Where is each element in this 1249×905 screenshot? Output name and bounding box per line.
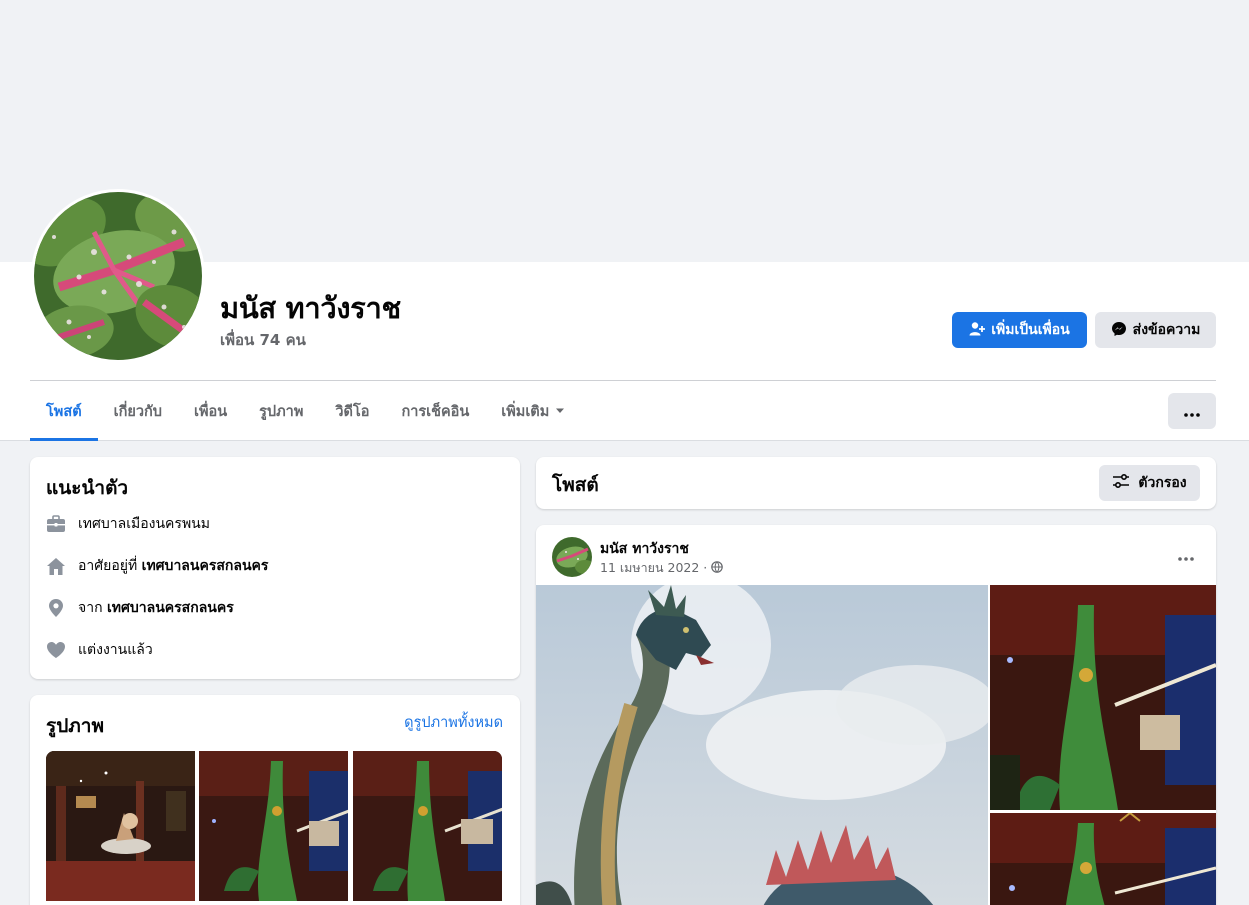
ellipsis-icon bbox=[1178, 546, 1194, 565]
caret-down-icon bbox=[555, 403, 565, 419]
tab-label: โพสต์ bbox=[46, 403, 82, 420]
message-button[interactable]: ส่งข้อความ bbox=[1095, 312, 1216, 348]
intro-item-relationship: แต่งงานแล้ว bbox=[46, 639, 153, 661]
hometown-link[interactable]: เทศบาลนครสกลนคร bbox=[107, 600, 234, 616]
lives-in-link[interactable]: เทศบาลนครสกลนคร bbox=[142, 558, 269, 574]
tab-about[interactable]: เกี่ยวกับ bbox=[98, 381, 178, 441]
tab-label: เพื่อน bbox=[193, 403, 228, 420]
message-label: ส่งข้อความ bbox=[1132, 321, 1201, 337]
profile-avatar[interactable] bbox=[31, 189, 205, 363]
heart-icon bbox=[46, 640, 66, 660]
add-friend-label: เพิ่มเป็นเพื่อน bbox=[991, 321, 1070, 337]
intro-item-text: จาก เทศบาลนครสกลนคร bbox=[78, 600, 234, 616]
briefcase-icon bbox=[46, 514, 66, 534]
filter-button[interactable]: ตัวกรอง bbox=[1099, 465, 1200, 501]
globe-icon bbox=[711, 560, 724, 576]
post-photo-interior[interactable] bbox=[990, 813, 1216, 905]
intro-item-work: เทศบาลเมืองนครพนม bbox=[46, 513, 210, 535]
tab-more[interactable]: เพิ่มเติม bbox=[485, 381, 581, 441]
intro-card: แนะนำตัว เทศบาลเมืองนครพนม อาศัยอยู่ที่ … bbox=[30, 457, 520, 679]
tab-label: เพิ่มเติม bbox=[501, 403, 550, 420]
post-options-button[interactable] bbox=[1172, 543, 1200, 567]
tab-label: วิดีโอ bbox=[335, 403, 370, 420]
intro-item-text: แต่งงานแล้ว bbox=[78, 642, 153, 658]
photo-thumbnail[interactable] bbox=[353, 751, 502, 901]
filter-label: ตัวกรอง bbox=[1138, 475, 1187, 491]
tab-checkins[interactable]: การเช็คอิน bbox=[385, 381, 485, 441]
post-photo-interior[interactable] bbox=[990, 585, 1216, 810]
post-author-name[interactable]: มนัส ทาวังราช bbox=[600, 538, 689, 560]
see-all-photos-link[interactable]: ดูรูปภาพทั้งหมด bbox=[404, 711, 503, 734]
more-options-button[interactable] bbox=[1168, 393, 1216, 429]
filter-icon bbox=[1112, 473, 1130, 493]
add-friend-button[interactable]: เพิ่มเป็นเพื่อน bbox=[952, 312, 1087, 348]
intro-item-from: จาก เทศบาลนครสกลนคร bbox=[46, 597, 234, 619]
posts-header-card: โพสต์ ตัวกรอง bbox=[536, 457, 1216, 509]
tab-label: เกี่ยวกับ bbox=[113, 403, 162, 420]
tab-label: การเช็คอิน bbox=[401, 403, 470, 420]
post-author-avatar[interactable] bbox=[552, 537, 592, 577]
intro-title: แนะนำตัว bbox=[46, 477, 129, 499]
posts-title: โพสต์ bbox=[552, 474, 599, 496]
location-pin-icon bbox=[46, 598, 66, 618]
intro-item-text: เทศบาลเมืองนครพนม bbox=[78, 516, 210, 532]
intro-item-lives-in: อาศัยอยู่ที่ เทศบาลนครสกลนคร bbox=[46, 555, 268, 577]
post-photo-naga[interactable] bbox=[536, 585, 988, 905]
post-card: มนัส ทาวังราช 11 เมษายน 2022 · bbox=[536, 525, 1216, 905]
home-icon bbox=[46, 556, 66, 576]
photos-title: รูปภาพ bbox=[46, 715, 104, 737]
tab-label: รูปภาพ bbox=[259, 403, 304, 420]
friend-count[interactable]: เพื่อน 74 คน bbox=[220, 328, 306, 352]
tab-photos[interactable]: รูปภาพ bbox=[243, 381, 319, 441]
intro-item-text: อาศัยอยู่ที่ เทศบาลนครสกลนคร bbox=[78, 558, 269, 574]
photo-thumbnail[interactable] bbox=[199, 751, 348, 901]
photo-thumbnail[interactable] bbox=[46, 751, 195, 901]
post-date[interactable]: 11 เมษายน 2022 · bbox=[600, 558, 707, 578]
profile-tabs: โพสต์ เกี่ยวกับ เพื่อน รูปภาพ วิดีโอ การ… bbox=[30, 381, 581, 441]
add-friend-icon bbox=[969, 321, 986, 340]
ellipsis-icon bbox=[1184, 402, 1200, 421]
tab-friends[interactable]: เพื่อน bbox=[178, 381, 243, 441]
messenger-icon bbox=[1111, 321, 1127, 340]
tab-posts[interactable]: โพสต์ bbox=[30, 381, 98, 441]
post-meta: 11 เมษายน 2022 · bbox=[600, 558, 724, 578]
photos-card: รูปภาพ ดูรูปภาพทั้งหมด bbox=[30, 695, 520, 905]
avatar-image bbox=[34, 192, 202, 360]
tab-videos[interactable]: วิดีโอ bbox=[319, 381, 385, 441]
profile-name: มนัส ทาวังราช bbox=[220, 291, 401, 325]
